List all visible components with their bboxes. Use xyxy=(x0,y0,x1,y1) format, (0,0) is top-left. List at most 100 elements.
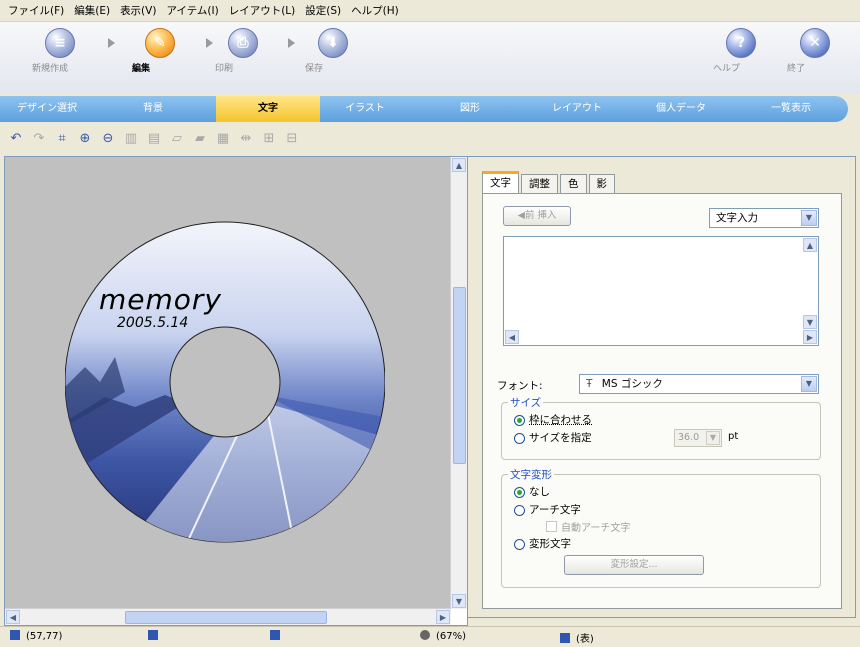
step-arrow-icon xyxy=(288,38,295,48)
size-group: サイズ 枠に合わせる サイズを指定 36.0 ▼ pt xyxy=(501,395,821,460)
property-tabs: 文字 調整 色 影 xyxy=(482,171,617,196)
scroll-right-icon[interactable]: ▶ xyxy=(803,330,817,344)
font-select[interactable]: Ŧ MS ゴシック ▼ xyxy=(579,374,819,394)
menu-help[interactable]: ヘルプ(H) xyxy=(351,3,399,18)
transform-settings-button[interactable]: 変形設定... xyxy=(564,555,704,575)
step-toolbar: ≡ 新規作成 ✎ 編集 ⎙ 印刷 ⬇ 保存 ? ヘルプ ✕ 終了 xyxy=(0,22,860,94)
side-value: (表) xyxy=(576,634,594,645)
font-label: フォント: xyxy=(497,380,543,392)
transform-shape-label[interactable]: 変形文字 xyxy=(529,536,571,551)
step-print-button[interactable]: ⎙ 印刷 xyxy=(215,28,271,74)
scroll-right-icon[interactable]: ▶ xyxy=(436,610,450,624)
menu-view[interactable]: 表示(V) xyxy=(120,3,156,18)
text-transform-group: 文字変形 なし アーチ文字 自動アーチ文字 変形文字 変形設定... xyxy=(501,467,821,588)
tab-shadow[interactable]: 影 xyxy=(588,174,615,194)
menu-bar: ファイル(F) 編集(E) 表示(V) アイテム(I) レイアウト(L) 設定(… xyxy=(0,0,860,22)
size-fit-radio[interactable] xyxy=(514,415,525,426)
step-new-label: 新規作成 xyxy=(32,64,69,74)
undo-icon[interactable]: ↶ xyxy=(8,131,24,147)
help-icon: ? xyxy=(726,28,756,58)
cursor-position-icon xyxy=(10,630,20,640)
menu-layout[interactable]: レイアウト(L) xyxy=(229,3,296,18)
scroll-left-icon[interactable]: ◀ xyxy=(505,330,519,344)
exit-button[interactable]: ✕ 終了 xyxy=(787,28,843,74)
category-design-select[interactable]: デザイン選択 xyxy=(0,96,94,122)
tab-adjust[interactable]: 調整 xyxy=(521,174,558,194)
paste-icon[interactable]: ▱ xyxy=(169,131,185,147)
chevron-down-icon[interactable]: ▼ xyxy=(801,210,817,226)
category-bar: デザイン選択 背景 文字 イラスト 図形 レイアウト 個人データ 一覧表示 xyxy=(0,94,860,124)
menu-item[interactable]: アイテム(I) xyxy=(166,3,218,18)
step-arrow-icon xyxy=(206,38,213,48)
chevron-down-icon[interactable]: ▼ xyxy=(706,431,720,445)
help-button[interactable]: ? ヘルプ xyxy=(713,28,769,74)
select-icon[interactable]: ⌗ xyxy=(54,131,70,147)
size-value-select[interactable]: 36.0 ▼ xyxy=(674,429,722,447)
object-icon xyxy=(148,630,158,640)
step-edit-button[interactable]: ✎ 編集 xyxy=(132,28,188,74)
font-type-icon: Ŧ xyxy=(586,378,593,390)
insert-previous-button[interactable]: ◀前 挿入 xyxy=(503,206,571,226)
new-document-icon: ≡ xyxy=(45,28,75,58)
menu-edit[interactable]: 編集(E) xyxy=(74,3,110,18)
ungroup-icon[interactable]: ⊟ xyxy=(284,131,300,147)
scroll-down-icon[interactable]: ▼ xyxy=(452,594,466,608)
disc-side-icon xyxy=(560,633,570,643)
zoom-in-icon[interactable]: ⊕ xyxy=(77,131,93,147)
auto-arch-checkbox[interactable] xyxy=(546,521,557,532)
close-icon: ✕ xyxy=(800,28,830,58)
disc-title-text[interactable]: memory xyxy=(99,283,222,316)
size-specify-radio[interactable] xyxy=(514,433,525,444)
transform-arch-label[interactable]: アーチ文字 xyxy=(529,502,581,517)
scroll-up-icon[interactable]: ▲ xyxy=(452,158,466,172)
transform-shape-radio[interactable] xyxy=(514,539,525,550)
category-list-view[interactable]: 一覧表示 xyxy=(746,96,836,122)
transform-none-radio[interactable] xyxy=(514,487,525,498)
redo-icon[interactable]: ↷ xyxy=(31,131,47,147)
transform-arch-radio[interactable] xyxy=(514,505,525,516)
text-input-area[interactable]: ▲ ▼ ◀ ▶ xyxy=(503,236,819,346)
design-canvas[interactable]: memory 2005.5.14 xyxy=(5,157,451,609)
category-shape[interactable]: 図形 xyxy=(440,96,500,122)
size-fit-label[interactable]: 枠に合わせる xyxy=(529,412,592,427)
category-text[interactable]: 文字 xyxy=(216,96,320,122)
chevron-down-icon[interactable]: ▼ xyxy=(801,376,817,392)
input-mode-select[interactable]: 文字入力 ▼ xyxy=(709,208,819,228)
tab-color[interactable]: 色 xyxy=(560,174,587,194)
zoom-out-icon[interactable]: ⊖ xyxy=(100,131,116,147)
align-icon[interactable]: ⇹ xyxy=(238,131,254,147)
transform-none-label[interactable]: なし xyxy=(529,484,550,499)
scroll-up-icon[interactable]: ▲ xyxy=(803,238,817,252)
send-back-icon[interactable]: ▦ xyxy=(215,131,231,147)
copy-icon[interactable]: ▤ xyxy=(146,131,162,147)
menu-settings[interactable]: 設定(S) xyxy=(305,3,341,18)
status-position: (57,77) xyxy=(10,630,62,642)
category-background[interactable]: 背景 xyxy=(118,96,188,122)
canvas-panel: memory 2005.5.14 ▲ ▼ ◀ ▶ xyxy=(4,156,468,626)
status-layer-icon xyxy=(270,630,286,642)
size-specify-label[interactable]: サイズを指定 xyxy=(529,430,592,445)
menu-file[interactable]: ファイル(F) xyxy=(8,3,64,18)
scroll-down-icon[interactable]: ▼ xyxy=(803,315,817,329)
cd-label-disc[interactable] xyxy=(65,217,385,547)
category-layout[interactable]: レイアウト xyxy=(532,96,622,122)
canvas-horizontal-scrollbar[interactable]: ◀ ▶ xyxy=(5,608,451,625)
step-arrow-icon xyxy=(108,38,115,48)
vertical-scroll-thumb[interactable] xyxy=(453,287,466,464)
bring-front-icon[interactable]: ▰ xyxy=(192,131,208,147)
status-zoom: (67%) xyxy=(420,630,466,642)
category-illustration[interactable]: イラスト xyxy=(330,96,400,122)
text-tab-content: ◀前 挿入 文字入力 ▼ ▲ ▼ ◀ ▶ フォント: Ŧ MS ゴシック ▼ サ… xyxy=(482,193,842,609)
disc-date-text[interactable]: 2005.5.14 xyxy=(117,315,188,331)
delete-icon[interactable]: ▥ xyxy=(123,131,139,147)
input-mode-value: 文字入力 xyxy=(716,212,758,224)
category-personal-data[interactable]: 個人データ xyxy=(636,96,726,122)
scroll-left-icon[interactable]: ◀ xyxy=(6,610,20,624)
horizontal-scroll-thumb[interactable] xyxy=(125,611,327,624)
step-new-button[interactable]: ≡ 新規作成 xyxy=(32,28,88,74)
group-icon[interactable]: ⊞ xyxy=(261,131,277,147)
step-save-button[interactable]: ⬇ 保存 xyxy=(305,28,361,74)
properties-panel: 文字 調整 色 影 ◀前 挿入 文字入力 ▼ ▲ ▼ ◀ ▶ フォント: Ŧ M… xyxy=(467,156,856,618)
status-object-icon xyxy=(148,630,164,642)
canvas-vertical-scrollbar[interactable]: ▲ ▼ xyxy=(450,157,467,609)
